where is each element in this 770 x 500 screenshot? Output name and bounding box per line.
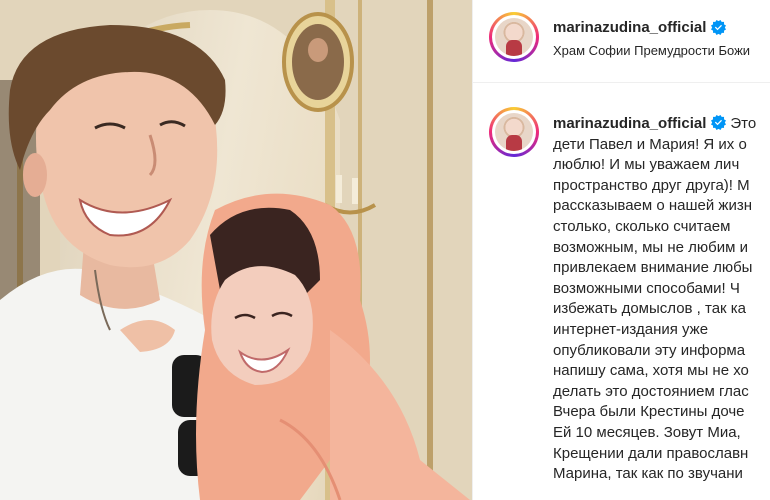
post-caption: marinazudina_official Это дети Павел и М…: [553, 114, 770, 485]
verified-badge-icon: [711, 20, 727, 35]
author-avatar[interactable]: [489, 12, 539, 62]
post-header: marinazudina_official Храм Софии Премудр…: [473, 0, 770, 83]
photo-scene: [0, 0, 472, 500]
post-photo[interactable]: [0, 0, 472, 500]
caption-text: Это дети Павел и Мария! Я их о люблю! И …: [553, 115, 757, 483]
post-side-panel: marinazudina_official Храм Софии Премудр…: [472, 0, 770, 500]
post-location[interactable]: Храм Софии Премудрости Божи: [553, 43, 750, 58]
author-username[interactable]: marinazudina_official: [553, 19, 706, 36]
verified-badge-icon: [711, 115, 727, 130]
caption-author-username[interactable]: marinazudina_official: [553, 115, 706, 132]
caption-author-avatar[interactable]: [489, 107, 539, 157]
author-name-row: marinazudina_official: [553, 19, 727, 36]
